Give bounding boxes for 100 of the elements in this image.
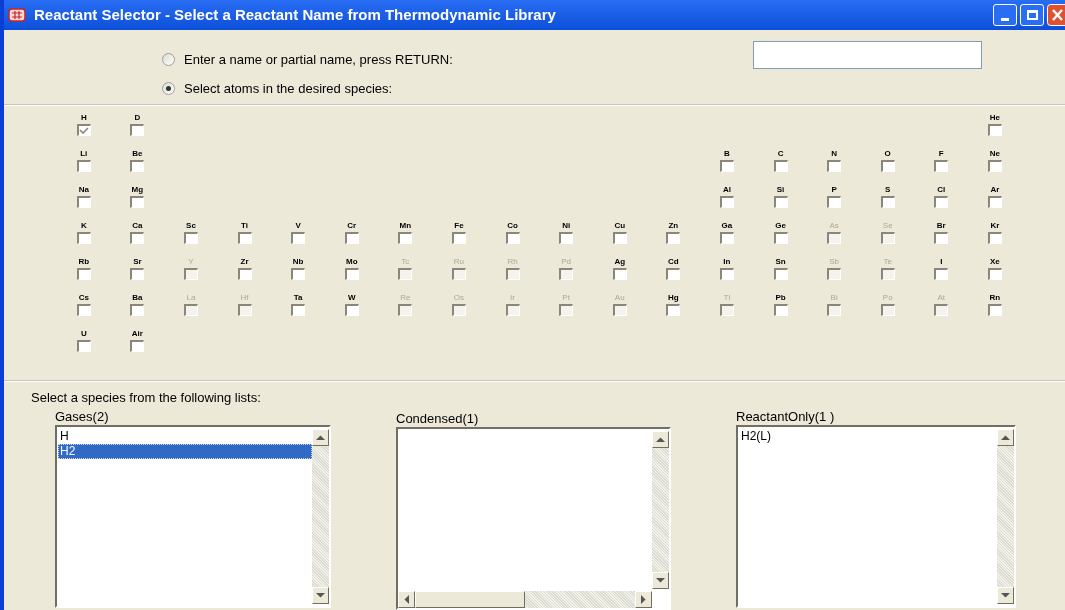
vertical-scrollbar[interactable] xyxy=(312,428,329,604)
scroll-right-button[interactable] xyxy=(635,590,652,608)
minimize-button[interactable] xyxy=(993,4,1017,26)
checkbox[interactable] xyxy=(612,268,627,280)
checkbox[interactable] xyxy=(827,232,842,244)
checkbox[interactable] xyxy=(451,268,466,280)
checkbox[interactable] xyxy=(398,268,413,280)
checkbox[interactable] xyxy=(827,268,842,280)
checkbox[interactable] xyxy=(987,196,1002,208)
maximize-button[interactable] xyxy=(1020,4,1044,26)
checkbox[interactable] xyxy=(344,304,359,316)
checkbox[interactable] xyxy=(934,268,949,280)
scroll-left-button[interactable] xyxy=(398,590,415,608)
checkbox[interactable] xyxy=(344,268,359,280)
checkbox[interactable] xyxy=(987,232,1002,244)
checkbox[interactable] xyxy=(130,232,145,244)
checkbox[interactable] xyxy=(719,232,734,244)
scroll-down-button[interactable] xyxy=(652,571,669,589)
checkbox[interactable] xyxy=(130,196,145,208)
species-list[interactable] xyxy=(396,426,671,610)
scroll-up-button[interactable] xyxy=(652,430,669,448)
name-input-field[interactable] xyxy=(753,41,982,69)
checkbox[interactable] xyxy=(880,160,895,172)
checkbox[interactable] xyxy=(773,304,788,316)
checkbox[interactable] xyxy=(76,160,91,172)
checkbox[interactable] xyxy=(184,304,198,316)
checkbox[interactable] xyxy=(773,160,788,172)
checkbox[interactable] xyxy=(880,196,895,208)
list-item[interactable]: H2 xyxy=(58,443,312,459)
checkbox[interactable] xyxy=(666,304,681,316)
checkbox[interactable] xyxy=(559,232,574,244)
checkbox[interactable] xyxy=(719,196,734,208)
checkbox[interactable] xyxy=(291,268,306,280)
checkbox[interactable] xyxy=(773,268,788,280)
horizontal-scrollbar[interactable] xyxy=(398,590,652,608)
checkbox[interactable] xyxy=(880,304,895,316)
checkbox[interactable] xyxy=(773,232,788,244)
checkbox[interactable] xyxy=(987,160,1002,172)
checkbox[interactable] xyxy=(237,304,252,316)
scroll-down-button[interactable] xyxy=(997,586,1014,604)
checkbox[interactable] xyxy=(987,304,1002,316)
checkbox[interactable] xyxy=(505,304,520,316)
checkbox[interactable] xyxy=(184,268,198,280)
vertical-scrollbar[interactable] xyxy=(652,430,669,589)
checkbox[interactable] xyxy=(827,196,842,208)
checkbox[interactable] xyxy=(880,268,895,280)
checkbox[interactable] xyxy=(130,160,145,172)
vertical-scrollbar[interactable] xyxy=(997,428,1014,604)
checkbox[interactable] xyxy=(666,232,681,244)
checkbox[interactable] xyxy=(344,232,359,244)
checkbox[interactable] xyxy=(76,268,91,280)
checkbox[interactable] xyxy=(130,340,145,352)
scrollbar-thumb[interactable] xyxy=(415,590,525,608)
species-list[interactable]: H2(L) xyxy=(736,424,1016,608)
checkbox[interactable] xyxy=(559,304,574,316)
checkbox[interactable] xyxy=(559,268,574,280)
checkbox[interactable] xyxy=(237,268,252,280)
scroll-up-button[interactable] xyxy=(312,428,329,446)
checkbox[interactable] xyxy=(666,268,681,280)
checkbox[interactable] xyxy=(827,304,842,316)
close-button[interactable] xyxy=(1047,4,1065,26)
checkbox[interactable] xyxy=(130,304,145,316)
checkbox[interactable] xyxy=(612,232,627,244)
checkbox[interactable] xyxy=(934,196,949,208)
checkbox[interactable] xyxy=(237,232,252,244)
checkbox[interactable] xyxy=(130,124,145,136)
checkbox[interactable] xyxy=(773,196,788,208)
checkbox[interactable] xyxy=(291,232,306,244)
list-item[interactable]: H xyxy=(58,428,312,444)
checkbox[interactable] xyxy=(934,160,949,172)
checkbox[interactable] xyxy=(130,268,145,280)
checkbox[interactable] xyxy=(76,340,91,352)
checkbox[interactable] xyxy=(505,232,520,244)
checkbox[interactable] xyxy=(291,304,306,316)
checkbox[interactable] xyxy=(451,232,466,244)
checkbox[interactable] xyxy=(987,268,1002,280)
checkbox[interactable] xyxy=(719,268,734,280)
checkbox[interactable] xyxy=(398,232,413,244)
checkbox[interactable] xyxy=(719,160,734,172)
checkbox[interactable] xyxy=(76,232,91,244)
checkbox[interactable] xyxy=(184,232,198,244)
checkbox[interactable] xyxy=(505,268,520,280)
checkbox[interactable] xyxy=(934,232,949,244)
checkbox[interactable] xyxy=(76,196,91,208)
scroll-down-button[interactable] xyxy=(312,586,329,604)
checkbox[interactable] xyxy=(880,232,895,244)
checkbox[interactable] xyxy=(612,304,627,316)
checkbox[interactable] xyxy=(398,304,413,316)
radio-button[interactable] xyxy=(162,81,175,95)
checkbox[interactable] xyxy=(76,304,91,316)
checkbox[interactable] xyxy=(987,124,1002,136)
checkbox[interactable] xyxy=(451,304,466,316)
checkbox[interactable] xyxy=(76,124,91,136)
radio-button[interactable] xyxy=(162,53,175,67)
species-list[interactable]: H H2 xyxy=(55,424,331,608)
checkbox[interactable] xyxy=(934,304,949,316)
checkbox[interactable] xyxy=(719,304,734,316)
scroll-up-button[interactable] xyxy=(997,428,1014,446)
list-item[interactable]: H2(L) xyxy=(739,428,997,444)
checkbox[interactable] xyxy=(827,160,842,172)
